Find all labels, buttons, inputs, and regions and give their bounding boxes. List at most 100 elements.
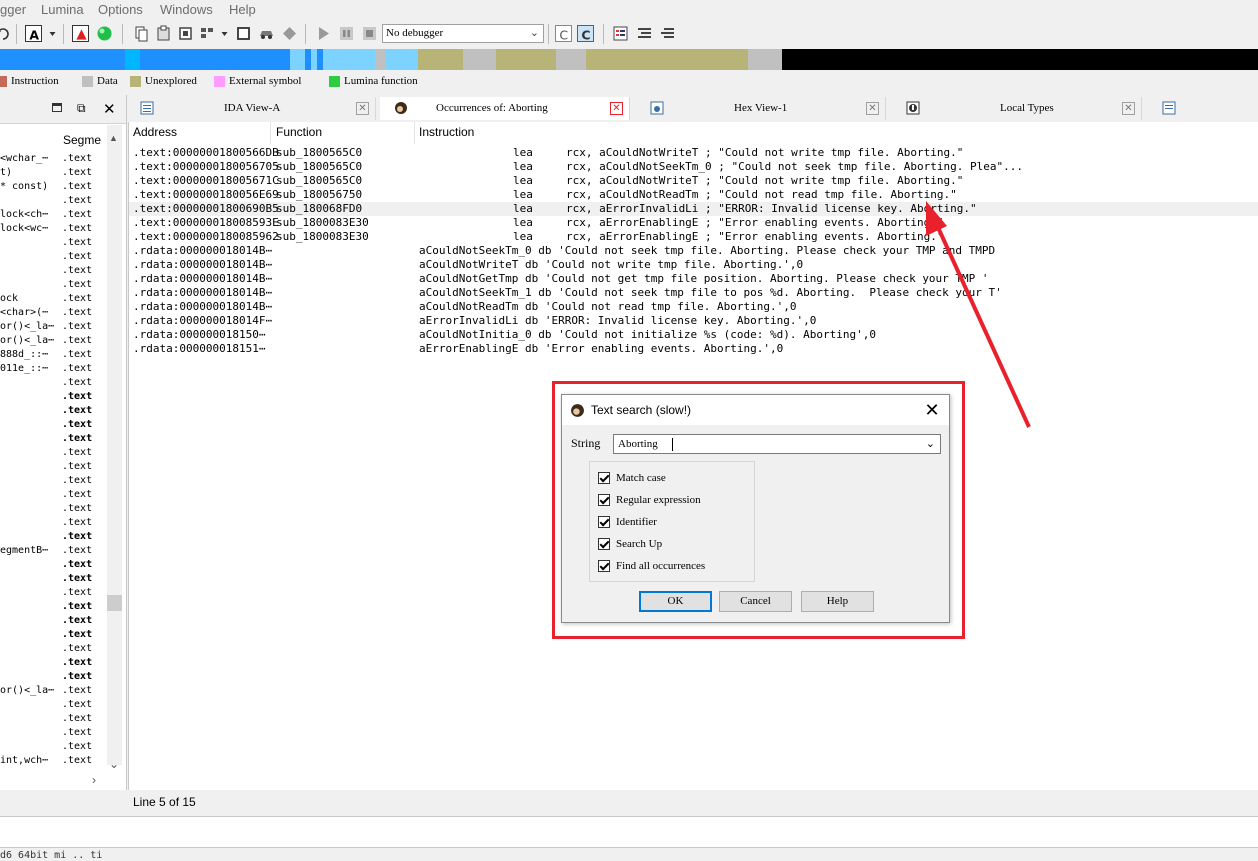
checkbox-checked-icon[interactable] (598, 516, 610, 528)
function-row[interactable]: int,wch⋯ .text (0, 755, 106, 769)
segment-column-header[interactable]: Segme (0, 127, 108, 149)
tab-occurrences[interactable]: Occurrences of: Aborting ✕ (380, 97, 630, 120)
function-row[interactable]: or()<_la⋯ .text (0, 321, 106, 335)
function-row[interactable]: .text (0, 559, 106, 573)
grid-icon[interactable] (199, 25, 216, 42)
tab-more[interactable] (1146, 97, 1258, 120)
list-indent-icon[interactable] (636, 25, 653, 42)
match-case-checkbox[interactable]: Match case (598, 472, 666, 484)
function-row[interactable]: lock<wc⋯ .text (0, 223, 106, 237)
close-icon[interactable]: ✕ (866, 102, 879, 115)
occurrence-row[interactable]: .text:000000018005671C sub_1800565C0 lea r… (129, 174, 1258, 188)
occurrence-row[interactable]: .rdata:000000018151⋯ aErrorEnablingE db '… (129, 342, 1258, 356)
occurrence-row[interactable]: .text:0000000180085962 sub_1800083E30 lea … (129, 230, 1258, 244)
function-row[interactable]: ock .text (0, 293, 106, 307)
occurrence-row[interactable]: .rdata:000000018014F⋯ aErrorInvalidLi db … (129, 314, 1258, 328)
search-up-checkbox[interactable]: Search Up (598, 538, 662, 550)
function-row[interactable]: .text (0, 573, 106, 587)
function-row[interactable]: t) .text (0, 167, 106, 181)
function-row[interactable]: .text (0, 587, 106, 601)
tab-hex-view-1[interactable]: Hex View-1 ✕ (634, 97, 886, 120)
checkbox-checked-icon[interactable] (598, 538, 610, 550)
occurrence-row[interactable]: .text:0000000180056E69 sub_180056750 lea r… (129, 188, 1258, 202)
c-active-icon[interactable]: C (577, 25, 594, 43)
function-row[interactable]: .text (0, 643, 106, 657)
menu-lumina[interactable]: Lumina (41, 2, 84, 17)
chevron-down-icon[interactable]: ⌄ (926, 437, 935, 450)
scroll-up-icon[interactable]: ▲ (109, 133, 118, 143)
diamond-icon[interactable] (281, 25, 298, 42)
function-row[interactable]: .text (0, 237, 106, 251)
function-row[interactable]: .text (0, 671, 106, 685)
function-row[interactable]: or()<_la⋯ .text (0, 335, 106, 349)
column-header-address[interactable]: Address (133, 125, 177, 139)
menu-windows[interactable]: Windows (160, 2, 213, 17)
scroll-thumb[interactable] (107, 595, 122, 611)
green-circle-icon[interactable] (96, 25, 113, 42)
function-row[interactable]: .text (0, 419, 106, 433)
function-row[interactable]: .text (0, 615, 106, 629)
list-outdent-icon[interactable] (659, 25, 676, 42)
menu-debugger[interactable]: gger (0, 2, 26, 17)
dialog-title-bar[interactable]: Text search (slow!) ✕ (562, 395, 949, 425)
close-icon[interactable]: ✕ (1122, 102, 1135, 115)
column-header-instruction[interactable]: Instruction (419, 125, 474, 139)
tab-ida-view-a[interactable]: IDA View-A ✕ (128, 97, 376, 120)
function-row[interactable]: .text (0, 377, 106, 391)
play-icon[interactable] (315, 25, 332, 42)
occurrence-row[interactable]: .rdata:000000018014B⋯ aCouldNotReadTm db … (129, 300, 1258, 314)
function-row[interactable]: egmentB⋯ .text (0, 545, 106, 559)
function-row[interactable]: .text (0, 433, 106, 447)
occurrence-row[interactable]: .rdata:000000018014B⋯ aCouldNotSeekTm_1 d… (129, 286, 1258, 300)
checkbox-checked-icon[interactable] (598, 494, 610, 506)
occurrence-row[interactable]: .rdata:000000018014B⋯ aCouldNotSeekTm_0 d… (129, 244, 1258, 258)
stop-icon[interactable] (361, 25, 378, 42)
function-row[interactable]: .text (0, 265, 106, 279)
function-row[interactable]: 011e_::⋯ .text (0, 363, 106, 377)
scroll-down-icon[interactable]: ⌄ (109, 757, 119, 771)
function-row[interactable]: .text (0, 405, 106, 419)
undo-icon[interactable] (0, 25, 11, 42)
function-row[interactable]: <char>(⋯ .text (0, 307, 106, 321)
menu-help[interactable]: Help (229, 2, 256, 17)
function-row[interactable]: .text (0, 741, 106, 755)
occurrence-row[interactable]: .rdata:000000018014B⋯ aCouldNotGetTmp db … (129, 272, 1258, 286)
occurrence-row[interactable]: .text:00000001800566DB sub_1800565C0 lea r… (129, 146, 1258, 160)
c-icon[interactable]: C (555, 25, 572, 43)
function-row[interactable]: * const) .text (0, 181, 106, 195)
list-icon[interactable] (612, 25, 629, 42)
close-icon[interactable]: ✕ (610, 102, 623, 115)
function-row[interactable]: 888d_::⋯ .text (0, 349, 106, 363)
dropdown-arrow-icon[interactable] (44, 25, 56, 42)
function-row[interactable]: lock<ch⋯ .text (0, 209, 106, 223)
function-row[interactable]: .text (0, 391, 106, 405)
debugger-select[interactable]: No debugger ⌄ (382, 24, 544, 43)
text-mode-icon[interactable]: A (25, 25, 42, 43)
function-row[interactable]: .text (0, 447, 106, 461)
find-all-occurrences-checkbox[interactable]: Find all occurrences (598, 560, 705, 572)
navigation-band[interactable] (0, 49, 1258, 70)
car-icon[interactable] (258, 25, 275, 42)
occurrence-row[interactable]: .text:00000001800690B5 sub_180068FD0 lea r… (129, 202, 1258, 216)
regular-expression-checkbox[interactable]: Regular expression (598, 494, 701, 506)
function-row[interactable]: .text (0, 727, 106, 741)
function-row[interactable]: or()<_la⋯ .text (0, 685, 106, 699)
function-row[interactable]: .text (0, 251, 106, 265)
function-row[interactable]: .text (0, 195, 106, 209)
function-row[interactable]: .text (0, 629, 106, 643)
function-row[interactable]: .text (0, 531, 106, 545)
close-icon[interactable]: ✕ (356, 102, 369, 115)
column-header-function[interactable]: Function (276, 125, 322, 139)
function-row[interactable]: .text (0, 657, 106, 671)
paste-icon[interactable] (155, 25, 172, 42)
close-icon[interactable]: ✕ (103, 100, 116, 118)
occurrence-row[interactable]: .rdata:000000018014B⋯ aCouldNotWriteT db … (129, 258, 1258, 272)
maximize-icon[interactable] (52, 103, 62, 112)
function-row[interactable]: .text (0, 601, 106, 615)
function-row[interactable]: .text (0, 517, 106, 531)
search-string-combobox[interactable]: Aborting ⌄ (613, 434, 941, 454)
restore-icon[interactable]: ⧉ (77, 101, 86, 116)
function-row[interactable]: .text (0, 503, 106, 517)
checkbox-checked-icon[interactable] (598, 472, 610, 484)
functions-scrollbar[interactable]: ▲ ⌄ (107, 125, 122, 771)
